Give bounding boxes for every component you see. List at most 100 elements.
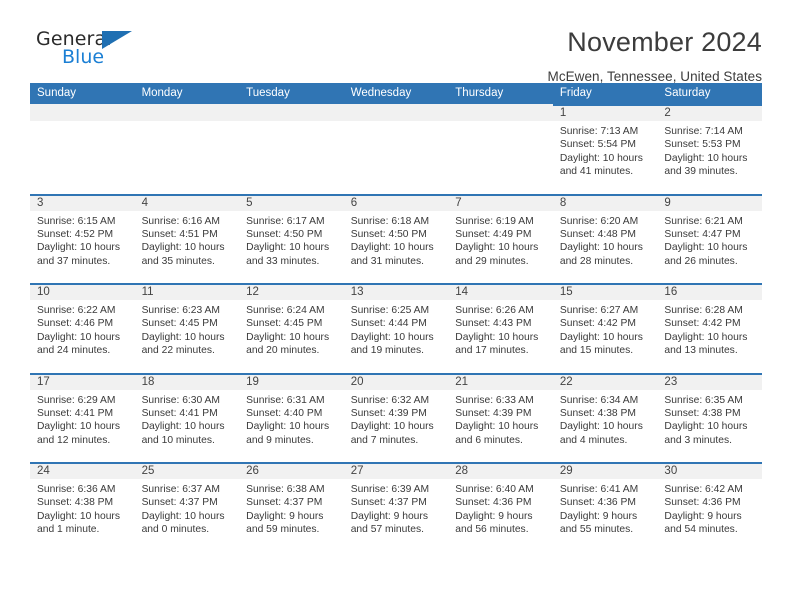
day-cell-details: Sunrise: 6:35 AM Sunset: 4:38 PM Daylight:…	[657, 390, 762, 448]
day-number: 16	[664, 286, 678, 298]
daylight-text-line1: Daylight: 10 hours	[37, 421, 120, 433]
day-cell[interactable]: 16 Sunrise: 6:28 AM Sunset: 4:42 PM Dayligh…	[657, 283, 762, 373]
daylight-text-line1: Daylight: 10 hours	[37, 331, 120, 343]
day-number: 1	[559, 107, 567, 119]
day-cell-details: Sunrise: 6:37 AM Sunset: 4:37 PM Daylight:…	[135, 479, 240, 537]
daylight-text-line1: Daylight: 10 hours	[350, 421, 434, 433]
sunrise-text: Sunrise: 6:35 AM	[664, 394, 743, 406]
day-cell-details: Sunrise: 6:32 AM Sunset: 4:39 PM Daylight:…	[344, 390, 449, 448]
day-cell[interactable]: 21 Sunrise: 6:33 AM Sunset: 4:39 PM Dayligh…	[448, 372, 553, 463]
day-cell[interactable]: 13 Sunrise: 6:25 AM Sunset: 4:44 PM Dayligh…	[343, 283, 449, 373]
calendar-week-row: 24 Sunrise: 6:36 AM Sunset: 4:38 PM Dayligh…	[30, 462, 762, 552]
calendar-page: General Blue November 2024 McEwen, Tenne…	[0, 0, 792, 612]
day-cell[interactable]: 8 Sunrise: 6:20 AM Sunset: 4:48 PM Daylight…	[552, 193, 658, 284]
day-number-strip: 18	[134, 372, 240, 390]
daylight-text-line1: Daylight: 10 hours	[141, 242, 225, 254]
sunset-text: Sunset: 4:36 PM	[664, 497, 741, 509]
day-cell[interactable]: 19 Sunrise: 6:31 AM Sunset: 4:40 PM Dayligh…	[239, 372, 344, 463]
day-cell[interactable]: 7 Sunrise: 6:19 AM Sunset: 4:49 PM Daylight…	[448, 193, 553, 284]
sunset-text: Sunset: 4:36 PM	[559, 497, 636, 509]
day-cell[interactable]: 12 Sunrise: 6:24 AM Sunset: 4:45 PM Dayligh…	[239, 283, 344, 373]
day-cell[interactable]: 9 Sunrise: 6:21 AM Sunset: 4:47 PM Daylight…	[657, 193, 762, 284]
day-number-strip: 25	[134, 462, 240, 479]
day-number-strip: 30	[657, 462, 762, 479]
weekday-header-tuesday: Tuesday	[246, 87, 290, 99]
day-cell[interactable]: 6 Sunrise: 6:18 AM Sunset: 4:50 PM Daylight…	[343, 193, 449, 284]
day-number-strip	[239, 104, 344, 121]
sunrise-text: Sunrise: 7:14 AM	[664, 126, 743, 137]
daylight-text-line2: and 17 minutes.	[455, 345, 529, 357]
sunrise-text: Sunrise: 6:40 AM	[455, 484, 534, 495]
sunset-text: Sunset: 4:38 PM	[664, 407, 741, 419]
weekday-header-row: Sunday Monday Tuesday Wednesday Thursday Frid…	[30, 83, 762, 104]
sunset-text: Sunset: 4:50 PM	[350, 228, 427, 240]
day-cell[interactable]: 18 Sunrise: 6:30 AM Sunset: 4:41 PM Dayligh…	[134, 372, 240, 463]
day-number-strip: 14	[448, 283, 553, 300]
sunset-text: Sunset: 4:51 PM	[141, 228, 218, 240]
day-cell[interactable]: 20 Sunrise: 6:32 AM Sunset: 4:39 PM Dayligh…	[343, 372, 449, 463]
day-cell[interactable]: 25 Sunrise: 6:37 AM Sunset: 4:37 PM Dayligh…	[134, 462, 240, 552]
day-cell-details: Sunrise: 6:30 AM Sunset: 4:41 PM Daylight:…	[135, 390, 240, 448]
daylight-text-line2: and 7 minutes.	[350, 434, 419, 446]
day-cell[interactable]: 11 Sunrise: 6:23 AM Sunset: 4:45 PM Dayligh…	[134, 283, 240, 373]
day-cell-details: Sunrise: 6:42 AM Sunset: 4:36 PM Daylight:…	[657, 479, 762, 537]
daylight-text-line2: and 20 minutes.	[246, 345, 320, 357]
day-cell[interactable]: 10 Sunrise: 6:22 AM Sunset: 4:46 PM Dayligh…	[30, 283, 135, 373]
day-cell[interactable]: 17 Sunrise: 6:29 AM Sunset: 4:41 PM Dayligh…	[30, 372, 135, 463]
daylight-text-line1: Daylight: 10 hours	[664, 331, 748, 343]
day-number: 13	[350, 286, 364, 298]
sunrise-text: Sunrise: 6:36 AM	[37, 484, 116, 495]
daylight-text-line2: and 41 minutes.	[559, 166, 634, 178]
day-cell-details: Sunrise: 6:31 AM Sunset: 4:40 PM Daylight:…	[239, 390, 344, 448]
day-cell[interactable]: 14 Sunrise: 6:26 AM Sunset: 4:43 PM Dayligh…	[448, 283, 553, 373]
day-cell[interactable]: 5 Sunrise: 6:17 AM Sunset: 4:50 PM Daylight…	[239, 193, 344, 284]
day-cell[interactable]: 29 Sunrise: 6:41 AM Sunset: 4:36 PM Dayligh…	[552, 462, 658, 552]
day-cell[interactable]: 26 Sunrise: 6:38 AM Sunset: 4:37 PM Dayligh…	[239, 462, 344, 552]
daylight-text-line1: Daylight: 10 hours	[246, 421, 330, 433]
day-number-strip: 19	[239, 372, 344, 390]
day-cell[interactable]: 24 Sunrise: 6:36 AM Sunset: 4:38 PM Dayligh…	[30, 462, 135, 552]
day-cell[interactable]: 30 Sunrise: 6:42 AM Sunset: 4:36 PM Dayligh…	[657, 462, 762, 552]
day-number: 26	[246, 465, 259, 477]
day-number: 23	[664, 375, 678, 388]
day-number: 2	[664, 107, 671, 119]
day-cell[interactable]: 4 Sunrise: 6:16 AM Sunset: 4:51 PM Daylight…	[134, 193, 240, 284]
daylight-text-line2: and 12 minutes.	[37, 434, 111, 446]
day-cell[interactable]: 2 Sunrise: 7:14 AM Sunset: 5:53 PM Daylight…	[657, 104, 762, 194]
daylight-text-line1: Daylight: 10 hours	[455, 331, 539, 343]
sunrise-text: Sunrise: 6:37 AM	[141, 484, 220, 495]
sunset-text: Sunset: 4:48 PM	[559, 228, 636, 240]
day-cell[interactable]: 27 Sunrise: 6:39 AM Sunset: 4:37 PM Dayligh…	[343, 462, 449, 552]
day-cell[interactable]: 23 Sunrise: 6:35 AM Sunset: 4:38 PM Dayligh…	[657, 372, 762, 463]
sunset-text: Sunset: 4:40 PM	[246, 407, 323, 419]
daylight-text-line2: and 1 minute.	[37, 524, 100, 536]
day-number-strip: 16	[657, 283, 762, 300]
daylight-text-line1: Daylight: 10 hours	[246, 242, 330, 254]
sunrise-text: Sunrise: 6:29 AM	[37, 394, 116, 406]
day-cell-details: Sunrise: 6:23 AM Sunset: 4:45 PM Daylight:…	[135, 300, 240, 358]
day-cell[interactable]: 3 Sunrise: 6:15 AM Sunset: 4:52 PM Daylight…	[30, 193, 135, 284]
daylight-text-line2: and 24 minutes.	[37, 345, 111, 357]
sunset-text: Sunset: 4:45 PM	[141, 318, 218, 330]
day-cell[interactable]: 15 Sunrise: 6:27 AM Sunset: 4:42 PM Dayligh…	[552, 283, 658, 373]
day-number-strip	[30, 104, 135, 121]
day-number-strip	[448, 104, 553, 121]
sunrise-text: Sunrise: 6:25 AM	[350, 305, 430, 316]
day-cell[interactable]: 1 Sunrise: 7:13 AM Sunset: 5:54 PM Daylight…	[552, 104, 658, 194]
day-number: 10	[37, 286, 50, 298]
daylight-text-line2: and 26 minutes.	[664, 255, 738, 267]
day-number-strip: 28	[448, 462, 553, 479]
daylight-text-line2: and 54 minutes.	[664, 524, 738, 536]
day-number: 28	[455, 465, 469, 477]
day-number: 14	[455, 286, 469, 298]
day-cell[interactable]: 22 Sunrise: 6:34 AM Sunset: 4:38 PM Dayligh…	[552, 372, 658, 463]
daylight-text-line2: and 59 minutes.	[246, 524, 320, 536]
general-blue-logo[interactable]: General Blue	[30, 28, 150, 74]
daylight-text-line2: and 28 minutes.	[559, 255, 634, 267]
day-cell[interactable]: 28 Sunrise: 6:40 AM Sunset: 4:36 PM Dayligh…	[448, 462, 553, 552]
sunrise-text: Sunrise: 6:32 AM	[350, 394, 430, 406]
sunset-text: Sunset: 4:37 PM	[350, 497, 427, 509]
day-number-strip: 7	[448, 193, 553, 211]
daylight-text-line2: and 56 minutes.	[455, 524, 529, 536]
daylight-text-line2: and 22 minutes.	[141, 345, 215, 357]
